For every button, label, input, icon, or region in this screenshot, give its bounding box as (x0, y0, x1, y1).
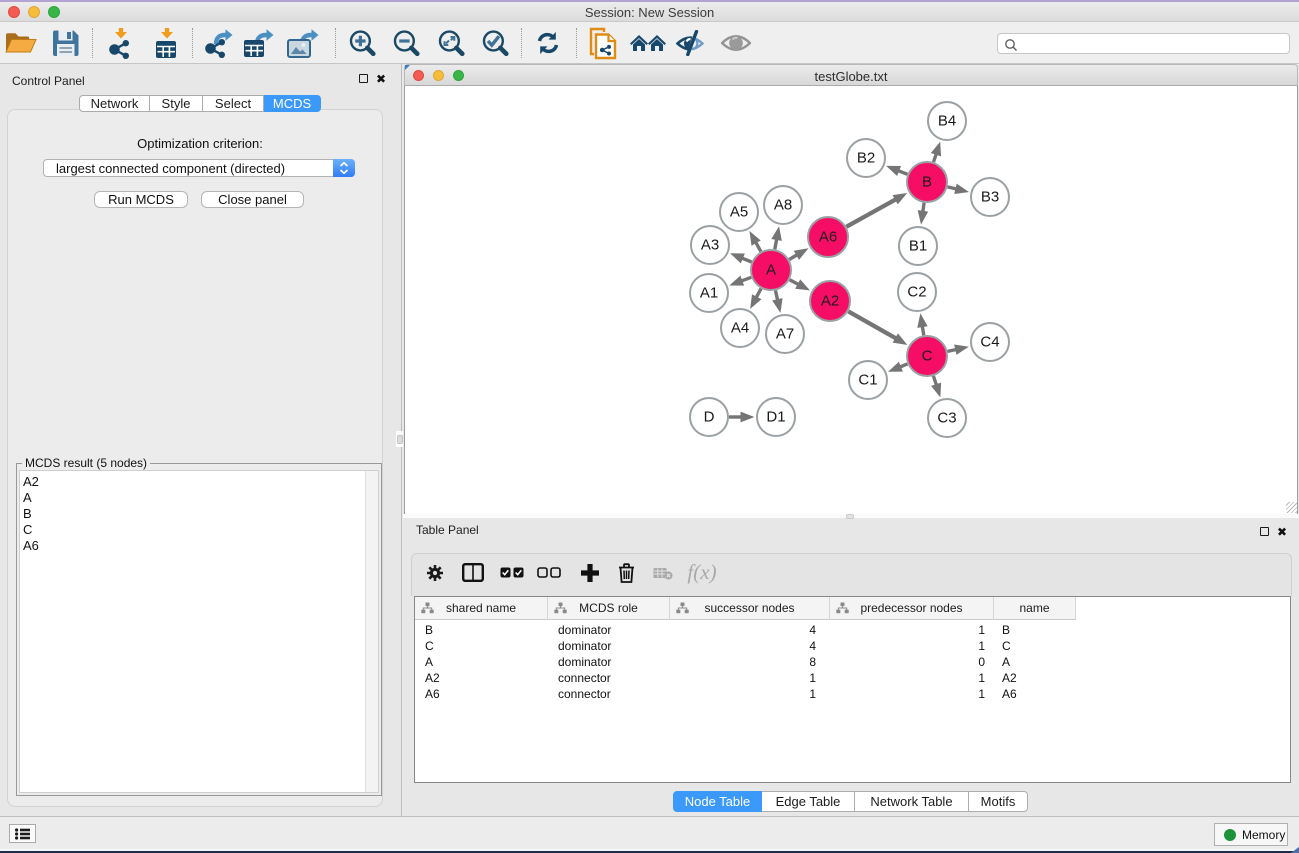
svg-text:D1: D1 (766, 409, 785, 426)
svg-text:A2: A2 (821, 293, 839, 310)
svg-text:B2: B2 (857, 150, 875, 167)
svg-text:A5: A5 (730, 204, 748, 221)
svg-text:C4: C4 (980, 334, 999, 351)
svg-text:A3: A3 (701, 237, 719, 254)
svg-text:B3: B3 (981, 189, 999, 206)
svg-text:B: B (922, 174, 932, 191)
svg-text:A7: A7 (776, 326, 794, 343)
svg-text:A8: A8 (774, 197, 792, 214)
svg-text:B4: B4 (938, 113, 956, 130)
svg-text:A1: A1 (700, 285, 718, 302)
svg-text:C1: C1 (858, 372, 877, 389)
svg-text:A6: A6 (819, 229, 837, 246)
svg-text:D: D (704, 409, 715, 426)
svg-text:C2: C2 (907, 284, 926, 301)
svg-text:C: C (922, 348, 933, 365)
svg-text:A4: A4 (731, 320, 749, 337)
svg-text:C3: C3 (937, 410, 956, 427)
svg-text:B1: B1 (909, 238, 927, 255)
svg-text:A: A (766, 262, 776, 279)
